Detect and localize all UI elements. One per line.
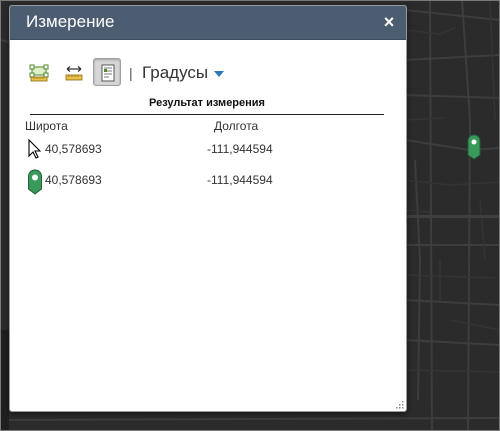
longitude-column-header: Долгота — [214, 119, 259, 133]
chevron-down-icon — [214, 70, 225, 77]
result-header: Результат измерения — [30, 96, 384, 115]
distance-measure-button[interactable] — [59, 58, 87, 86]
area-measure-icon — [29, 64, 49, 82]
dialog-titlebar[interactable]: Измерение × — [10, 6, 406, 40]
map-location-pin-icon[interactable] — [467, 134, 481, 160]
unit-dropdown-value: Градусы — [142, 63, 209, 82]
green-pin-icon — [28, 169, 42, 195]
measure-toolbar: | Градусы — [24, 58, 394, 88]
measurement-dialog: Измерение × | Градусы Результат измерени… — [9, 5, 407, 412]
distance-measure-icon — [65, 66, 83, 81]
dialog-title: Измерение — [26, 12, 115, 31]
resize-grip-icon[interactable] — [394, 399, 404, 409]
cursor-latitude: 40,578693 — [45, 142, 102, 156]
latitude-column-header: Широта — [25, 119, 68, 133]
cursor-longitude: -111,944594 — [207, 142, 273, 156]
area-measure-button[interactable] — [24, 58, 52, 86]
location-measure-button[interactable] — [93, 58, 121, 86]
pin-longitude: -111,944594 — [207, 173, 273, 187]
pin-latitude: 40,578693 — [45, 173, 102, 187]
location-measure-icon — [101, 64, 115, 82]
toolbar-divider: | — [129, 65, 133, 81]
cursor-arrow-icon — [28, 138, 41, 159]
unit-dropdown[interactable]: Градусы — [142, 62, 225, 84]
close-button[interactable]: × — [380, 13, 398, 31]
result-row-cursor: 40,578693 -111,944594 — [10, 138, 406, 162]
result-row-pin: 40,578693 -111,944594 — [10, 169, 406, 195]
